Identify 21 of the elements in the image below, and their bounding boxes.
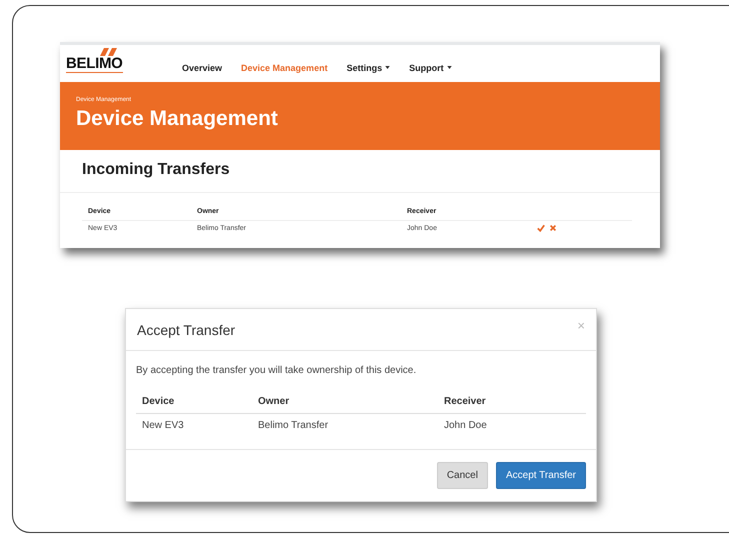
table-cell-text: Belimo Transfer: [258, 420, 330, 431]
nav-link[interactable]: Settings: [346, 62, 390, 72]
section-title: Incoming Transfers: [60, 150, 660, 193]
column-header: Owner: [258, 396, 290, 407]
logo-text: BELIMO: [66, 54, 123, 72]
caret-icon: [385, 66, 390, 69]
column-header: Device: [142, 396, 176, 407]
checkmark-icon[interactable]: [537, 224, 545, 232]
table-cell-text: John Doe: [444, 420, 488, 431]
close-icon[interactable]: [549, 224, 557, 232]
dialog-message: By accepting the transfer you will take ownership of this device.: [136, 365, 418, 376]
nav-link[interactable]: Support: [409, 62, 452, 72]
logo-stripes-icon: [100, 48, 120, 56]
nav-link[interactable]: Overview: [182, 62, 222, 72]
table-cell-text: New EV3: [142, 420, 185, 431]
dialog-title: Accept Transfer: [137, 322, 236, 338]
page-title: Device Management: [76, 107, 279, 131]
caret-icon: [446, 66, 452, 69]
column-header: Receiver: [444, 396, 487, 407]
cancel-button[interactable]: Cancel: [436, 462, 488, 489]
accept-button[interactable]: Accept Transfer: [496, 462, 586, 489]
